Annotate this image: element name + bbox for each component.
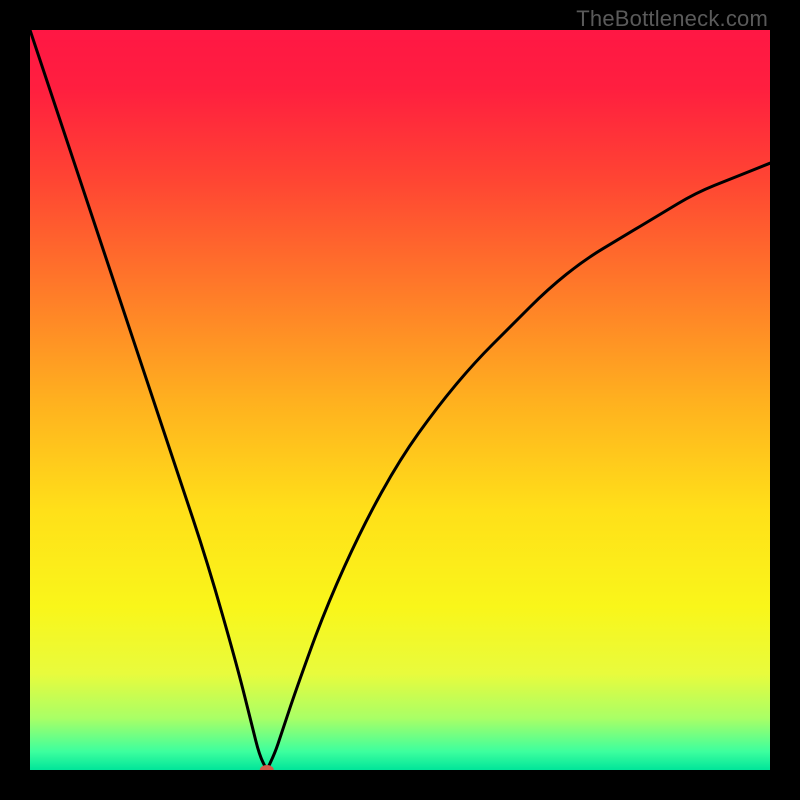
chart-frame — [30, 30, 770, 770]
chart-background-gradient — [30, 30, 770, 770]
watermark-text: TheBottleneck.com — [576, 6, 768, 32]
bottleneck-chart — [30, 30, 770, 770]
